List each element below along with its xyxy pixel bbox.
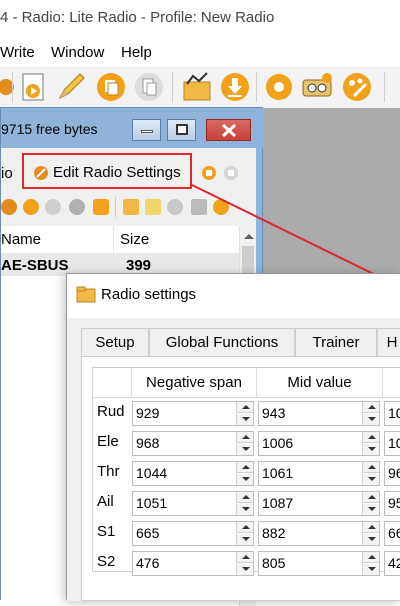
dialog-title: Radio settings [101, 286, 197, 303]
row-label-ail: Ail [97, 493, 114, 510]
s2-negative-span[interactable]: 476 [132, 551, 254, 576]
setup-panel: Negative span Mid value Rud 929 943 10 E… [81, 356, 400, 601]
row-label-s2: S2 [97, 553, 116, 570]
tab-global-functions[interactable]: Global Functions [149, 328, 295, 356]
row-label-thr: Thr [97, 463, 120, 480]
thr-negative-span[interactable]: 1044 [132, 461, 254, 486]
s2-positive-span[interactable]: 42 [384, 551, 400, 576]
column-negative-span: Negative span [132, 368, 257, 398]
radio-settings-dialog: Radio settings Setup Global Functions Tr… [66, 273, 400, 601]
ail-negative-span[interactable]: 1051 [132, 491, 254, 516]
dialog-body: Setup Global Functions Trainer H Negativ… [67, 318, 400, 601]
tab-setup[interactable]: Setup [81, 328, 149, 356]
rud-positive-span[interactable]: 10 [384, 401, 400, 426]
rud-negative-span[interactable]: 929 [132, 401, 254, 426]
folder-icon [76, 285, 96, 307]
row-label-ele: Ele [97, 433, 119, 450]
ail-positive-span[interactable]: 95 [384, 491, 400, 516]
rud-mid-value[interactable]: 943 [258, 401, 380, 426]
s1-positive-span[interactable]: 66 [384, 521, 400, 546]
ail-mid-value[interactable]: 1087 [258, 491, 380, 516]
calibration-grid: Negative span Mid value Rud 929 943 10 E… [92, 367, 400, 576]
row-label-rud: Rud [97, 403, 125, 420]
thr-positive-span[interactable]: 96 [384, 461, 400, 486]
tab-hardware[interactable]: H [377, 328, 400, 356]
row-label-s1: S1 [97, 523, 116, 540]
ele-positive-span[interactable]: 10 [384, 431, 400, 456]
s2-mid-value[interactable]: 805 [258, 551, 380, 576]
ele-mid-value[interactable]: 1006 [258, 431, 380, 456]
column-mid-value: Mid value [257, 368, 383, 398]
tab-trainer[interactable]: Trainer [295, 328, 377, 356]
dialog-titlebar: Radio settings [67, 274, 400, 318]
thr-mid-value[interactable]: 1061 [258, 461, 380, 486]
ele-negative-span[interactable]: 968 [132, 431, 254, 456]
s1-mid-value[interactable]: 882 [258, 521, 380, 546]
s1-negative-span[interactable]: 665 [132, 521, 254, 546]
